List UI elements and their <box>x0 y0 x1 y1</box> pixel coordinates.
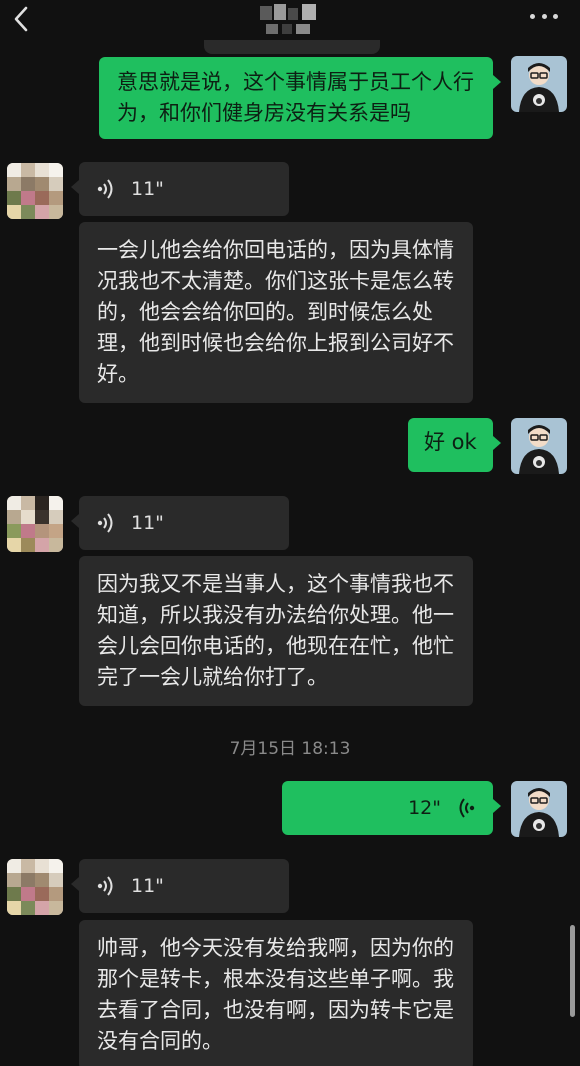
contact-name-pixelated <box>258 2 322 36</box>
contact-avatar[interactable] <box>7 496 63 552</box>
voice-wave-icon <box>97 513 113 533</box>
self-avatar[interactable] <box>511 56 567 112</box>
back-button[interactable] <box>8 2 36 36</box>
chevron-left-icon <box>14 6 28 32</box>
voice-duration: 11" <box>131 177 164 200</box>
voice-duration: 12" <box>408 796 441 819</box>
voice-wave-icon <box>97 876 113 896</box>
more-dots-icon <box>530 13 535 19</box>
message-incoming-voice[interactable]: 11" <box>71 162 289 216</box>
voice-wave-icon <box>459 798 475 818</box>
contact-avatar[interactable] <box>7 163 63 219</box>
message-incoming-voice[interactable]: 11" <box>71 859 289 913</box>
self-avatar[interactable] <box>511 781 567 837</box>
header-shadow-tab <box>204 40 380 54</box>
message-outgoing-voice[interactable]: 12" <box>282 781 501 835</box>
message-outgoing-text[interactable]: 好 ok <box>408 418 501 472</box>
chat-timestamp: 7月15日 18:13 <box>229 739 351 759</box>
message-outgoing-text[interactable]: 意思就是说，这个事情属于员工个人行为，和你们健身房没有关系是吗 <box>99 57 501 139</box>
chat-header <box>0 0 580 44</box>
voice-duration: 11" <box>131 874 164 897</box>
message-incoming-text[interactable]: 帅哥，他今天没有发给我啊，因为你的那个是转卡，根本没有这些单子啊。我去看了合同，… <box>79 920 473 1066</box>
voice-duration: 11" <box>131 511 164 534</box>
message-incoming-voice[interactable]: 11" <box>71 496 289 550</box>
chat-scrollbar[interactable] <box>570 925 575 1017</box>
message-incoming-text[interactable]: 因为我又不是当事人，这个事情我也不知道，所以我没有办法给你处理。他一会儿会回你电… <box>79 556 473 706</box>
self-avatar[interactable] <box>511 418 567 474</box>
voice-wave-icon <box>97 179 113 199</box>
message-incoming-text[interactable]: 一会儿他会给你回电话的，因为具体情况我也不太清楚。你们这张卡是怎么转的，他会会给… <box>79 222 473 403</box>
contact-avatar[interactable] <box>7 859 63 915</box>
more-options-button[interactable] <box>530 6 558 26</box>
